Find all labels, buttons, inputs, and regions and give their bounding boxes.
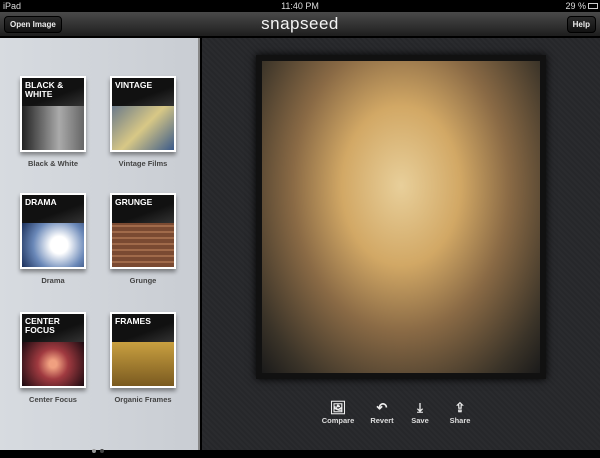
share-icon: ⇪ [454,400,466,415]
tool-label: Save [411,416,429,425]
tool-label: Revert [370,416,394,425]
compare-button[interactable]: 🖼 Compare [318,400,358,425]
filter-thumbnail[interactable]: FRAMES [110,312,176,388]
filter-cover-title: BLACK & WHITE [22,78,84,106]
filter-black-white[interactable]: BLACK & WHITE Black & White [20,76,86,168]
filter-label: Organic Frames [114,395,172,404]
help-button[interactable]: Help [566,16,596,33]
filter-preview-image [22,223,84,267]
filter-label: Vintage Films [118,159,168,168]
save-button[interactable]: ⤓ Save [400,400,440,425]
filter-thumbnail[interactable]: DRAMA [20,193,86,269]
filter-cover-title: FRAMES [112,314,174,342]
filter-label: Grunge [129,276,157,285]
page-indicator[interactable] [92,440,108,458]
filter-thumbnail[interactable]: VINTAGE [110,76,176,152]
filter-preview-image [22,106,84,150]
filter-organic-frames[interactable]: FRAMES Organic Frames [110,312,176,404]
clock: 11:40 PM [281,1,319,11]
app-title: snapseed [261,14,339,33]
filter-thumbnail[interactable]: GRUNGE [110,193,176,269]
filter-cover-title: VINTAGE [112,78,174,106]
save-icon: ⤓ [417,400,423,415]
tool-label: Compare [321,416,355,425]
filter-thumbnail[interactable]: CENTER FOCUS [20,312,86,388]
filter-label: Center Focus [29,395,77,404]
filter-cover-title: CENTER FOCUS [22,314,84,342]
edited-photo [262,61,540,373]
filter-grunge[interactable]: GRUNGE Grunge [110,193,176,285]
filter-cover-title: DRAMA [22,195,84,223]
filter-drama[interactable]: DRAMA Drama [20,193,86,285]
status-bar: iPad 11:40 PM 29 % [0,0,600,12]
filter-preview-image [22,342,84,386]
filter-cover-title: GRUNGE [112,195,174,223]
filter-thumbnail[interactable]: BLACK & WHITE [20,76,86,152]
revert-button[interactable]: ↶ Revert [362,400,402,425]
photo-frame [256,55,546,379]
filter-preview-image [112,342,174,386]
revert-icon: ↶ [376,400,388,415]
filter-label: Black & White [27,159,78,168]
filter-preview-image [112,106,174,150]
image-icon: 🖼 [329,400,347,415]
filter-center-focus[interactable]: CENTER FOCUS Center Focus [20,312,86,404]
tool-label: Share [449,416,471,425]
filter-preview-image [112,223,174,267]
battery-level: 29 % [565,1,586,11]
filter-vintage-films[interactable]: VINTAGE Vintage Films [110,76,176,168]
open-image-button[interactable]: Open Image [4,16,62,33]
image-canvas: 🖼 Compare ↶ Revert ⤓ Save ⇪ Share [202,38,600,450]
battery-icon [588,3,598,9]
nav-bar: snapseed Open Image Help [0,12,600,37]
share-button[interactable]: ⇪ Share [440,400,480,425]
filter-label: Drama [41,276,65,285]
